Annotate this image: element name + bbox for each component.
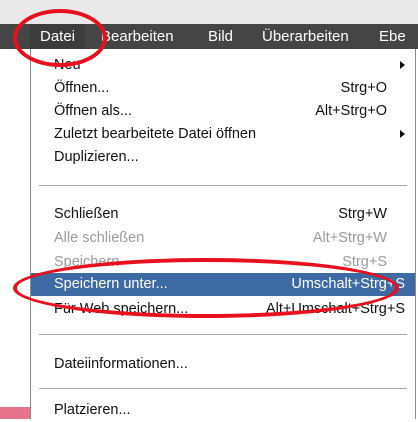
menu-item-fuer-web-speichern[interactable]: Für Web speichern... Alt+Umschalt+Strg+S [31,297,415,321]
menu-ueberarbeiten[interactable]: Überarbeiten [262,24,349,49]
menu-item-platzieren[interactable]: Platzieren... [31,398,415,422]
menu-item-shortcut: Strg+O [340,80,387,96]
menu-item-shortcut: Strg+W [338,206,387,222]
menu-ebene[interactable]: Ebe [379,24,406,49]
menu-item-label: Zuletzt bearbeitete Datei öffnen [54,126,257,142]
menu-item-label: Schließen [54,206,119,222]
menu-item-label: Duplizieren... [54,149,139,165]
menu-item-zuletzt-bearbeitet[interactable]: Zuletzt bearbeitete Datei öffnen [31,122,415,146]
menu-item-speichern: Speichern Strg+S [31,250,415,274]
menu-item-shortcut: Alt+Strg+O [315,103,387,119]
menu-item-label: Öffnen als... [54,103,132,119]
menu-item-shortcut: Umschalt+Strg+S [291,276,405,292]
menu-item-oeffnen-als[interactable]: Öffnen als... Alt+Strg+O [31,99,415,123]
menu-item-schliessen[interactable]: Schließen Strg+W [31,202,415,226]
submenu-arrow-icon [400,61,405,69]
menu-item-alle-schliessen: Alle schließen Alt+Strg+W [31,226,415,250]
menu-bild[interactable]: Bild [208,24,233,49]
menu-item-label: Alle schließen [54,230,145,246]
menu-datei[interactable]: Datei [30,24,86,49]
menu-item-oeffnen[interactable]: Öffnen... Strg+O [31,76,415,100]
menu-item-label: Dateiinformationen... [54,356,188,372]
menu-separator [39,185,407,186]
menu-item-label: Platzieren... [54,402,131,418]
menu-item-shortcut: Alt+Umschalt+Strg+S [265,301,405,317]
menu-item-label: Speichern unter... [54,276,168,292]
menu-item-dateiinformationen[interactable]: Dateiinformationen... [31,352,415,376]
background-stripe [0,407,30,419]
menu-item-label: Speichern [54,254,120,270]
file-menu-dropdown: Neu Öffnen... Strg+O Öffnen als... Alt+S… [30,49,416,419]
menu-item-label: Für Web speichern... [54,301,189,317]
menu-item-duplizieren[interactable]: Duplizieren... [31,145,415,169]
menu-item-neu[interactable]: Neu [31,53,415,77]
menu-item-speichern-unter[interactable]: Speichern unter... Umschalt+Strg+S [31,273,415,296]
menu-item-label: Öffnen... [54,80,110,96]
menu-separator [39,334,407,335]
menu-separator [39,388,407,389]
menu-item-label: Neu [54,57,81,73]
submenu-arrow-icon [400,130,405,138]
menu-item-shortcut: Strg+S [342,254,387,270]
menu-item-shortcut: Alt+Strg+W [312,230,387,246]
menu-bearbeiten[interactable]: Bearbeiten [101,24,174,49]
